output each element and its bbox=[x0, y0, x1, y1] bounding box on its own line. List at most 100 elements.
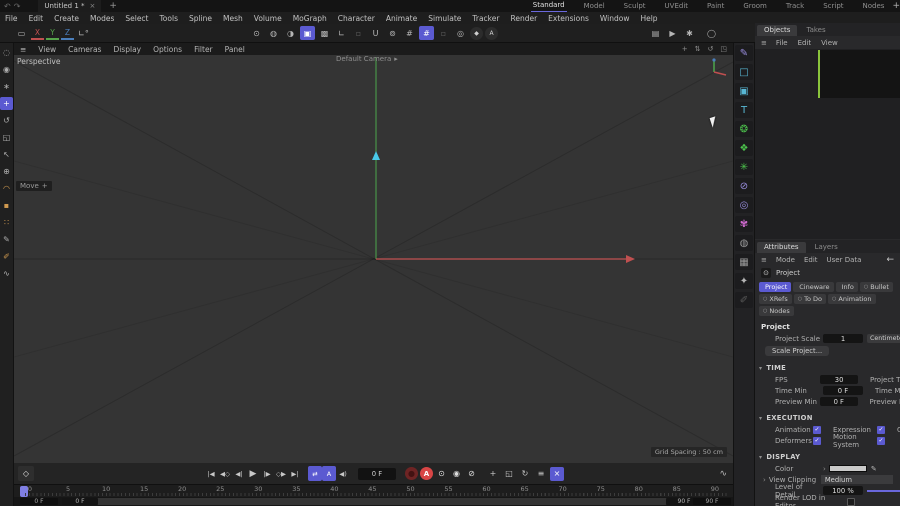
timeline-ruler[interactable]: 0 5 10 15 20 25 30 35 40 45 50 55 60 65 70 75 80 85 90 bbox=[14, 484, 733, 497]
document-tab[interactable]: Untitled 1 * × bbox=[38, 0, 102, 12]
time-field[interactable]: 0 F bbox=[820, 397, 858, 406]
magnet-snap-icon[interactable]: U bbox=[368, 26, 383, 40]
light-object-icon[interactable]: ✦ bbox=[735, 273, 753, 289]
viewport-camera-label[interactable]: Default Camera ▸ bbox=[336, 55, 398, 63]
selected-object-row[interactable]: ⊙ Project bbox=[755, 266, 900, 280]
axis-lock-x[interactable]: X bbox=[31, 27, 44, 40]
workspace-tab-uvedit[interactable]: UVEdit bbox=[663, 1, 690, 12]
sim-scene-icon[interactable]: ◆ bbox=[470, 26, 483, 40]
chip-animation[interactable]: ○ Animation bbox=[828, 294, 876, 304]
viewport-menu-item[interactable]: Panel bbox=[225, 45, 245, 54]
record-pla-toggle[interactable]: × bbox=[550, 466, 564, 481]
hamburger-icon[interactable]: ≡ bbox=[761, 256, 767, 264]
menu-item[interactable]: Select bbox=[125, 14, 148, 23]
camera-object-icon[interactable]: ▦ bbox=[735, 254, 753, 270]
workspace-tab-paint[interactable]: Paint bbox=[705, 1, 726, 12]
point-mode-icon[interactable]: ▩ bbox=[317, 26, 332, 40]
execution-section-header[interactable]: ▾ EXECUTION bbox=[755, 412, 900, 424]
expander-icon[interactable]: › bbox=[823, 465, 826, 473]
range-in-handle[interactable]: 0 F bbox=[62, 498, 98, 505]
workspace-tab-sculpt[interactable]: Sculpt bbox=[622, 1, 648, 12]
spline-points-tool[interactable]: ∷ bbox=[0, 216, 13, 229]
menu-item[interactable]: Tracker bbox=[472, 14, 499, 23]
brush-tool-icon[interactable]: ✎ bbox=[0, 233, 13, 246]
display-section-header[interactable]: ▾ DISPLAY bbox=[755, 451, 900, 463]
model-mode-icon[interactable]: ⊙ bbox=[249, 26, 264, 40]
workplane-mode-icon[interactable]: ▫ bbox=[351, 26, 366, 40]
keyframe-mode-button[interactable]: A bbox=[322, 466, 336, 481]
mograph-icon[interactable]: ✾ bbox=[735, 216, 753, 232]
tab-objects[interactable]: Objects bbox=[757, 25, 798, 36]
chip-todo[interactable]: ○ To Do bbox=[793, 294, 827, 304]
attributes-menu-item[interactable]: User Data bbox=[827, 256, 862, 264]
viewport[interactable]: ≡ View Cameras Display Options Filter Panel +… bbox=[14, 43, 733, 463]
animation-checkbox[interactable]: ✓ bbox=[813, 425, 821, 434]
workspace-tab-track[interactable]: Track bbox=[784, 1, 806, 12]
snap-target-icon[interactable]: ◎ bbox=[453, 26, 468, 40]
toggle-view-icon[interactable]: ◳ bbox=[720, 45, 727, 53]
chip-cineware[interactable]: Cineware bbox=[793, 282, 834, 292]
chip-bullet[interactable]: ○ Bullet bbox=[859, 282, 893, 292]
coordinate-system-icon[interactable]: ∟° bbox=[76, 26, 91, 40]
axis-lock-y[interactable]: Y bbox=[46, 27, 59, 40]
menu-item[interactable]: Create bbox=[54, 14, 79, 23]
quantize-icon[interactable]: # bbox=[419, 26, 434, 40]
menu-item[interactable]: File bbox=[5, 14, 18, 23]
deformer-icon[interactable]: ✳ bbox=[735, 159, 753, 175]
spline-primitive-icon[interactable]: □ bbox=[735, 64, 753, 80]
time-field[interactable]: 0 F bbox=[823, 386, 863, 395]
level-of-detail-slider[interactable] bbox=[867, 489, 900, 492]
sketch-tool-icon[interactable]: ∿ bbox=[0, 267, 13, 280]
viewport-menu-item[interactable]: Options bbox=[153, 45, 182, 54]
chip-nodes[interactable]: ○ Nodes bbox=[759, 306, 794, 316]
pen-tool-icon[interactable]: ✐ bbox=[0, 250, 13, 263]
menu-item[interactable]: Extensions bbox=[548, 14, 589, 23]
object-mode-icon[interactable]: ▣ bbox=[300, 26, 315, 40]
spline-arc-tool[interactable]: ◠ bbox=[0, 182, 13, 195]
record-position-toggle[interactable]: + bbox=[486, 467, 500, 481]
axis-mode-icon[interactable]: ∟ bbox=[334, 26, 349, 40]
menu-item[interactable]: Character bbox=[338, 14, 375, 23]
goto-end-button[interactable]: ▶| bbox=[288, 466, 302, 481]
time-section-header[interactable]: ▾ TIME bbox=[755, 362, 900, 374]
workspace-tab-standard[interactable]: Standard bbox=[530, 0, 567, 13]
interactive-render-region-icon[interactable]: ◯ bbox=[704, 26, 719, 40]
hamburger-icon[interactable]: ≡ bbox=[761, 39, 767, 47]
object-manager-menu-item[interactable]: File bbox=[776, 39, 788, 47]
tab-takes[interactable]: Takes bbox=[799, 25, 832, 36]
object-list[interactable] bbox=[755, 49, 900, 239]
field-icon[interactable]: ◎ bbox=[735, 197, 753, 213]
generator-icon[interactable]: ❂ bbox=[735, 121, 753, 137]
render-settings-icon[interactable]: ✱ bbox=[682, 26, 697, 40]
time-field[interactable]: 30 bbox=[820, 375, 858, 384]
expression-checkbox[interactable]: ✓ bbox=[877, 425, 885, 434]
workplane-tile-icon[interactable]: ▫ bbox=[436, 26, 451, 40]
prev-frame-button[interactable]: ◀| bbox=[232, 466, 246, 481]
chip-xrefs[interactable]: ○ XRefs bbox=[759, 294, 792, 304]
sim-settings-icon[interactable]: A bbox=[485, 26, 498, 40]
snap-tool-icon[interactable]: ∗ bbox=[0, 80, 13, 93]
grid-snap-icon[interactable]: # bbox=[402, 26, 417, 40]
rotate-tool[interactable]: ↺ bbox=[0, 114, 13, 127]
menu-item[interactable]: Modes bbox=[90, 14, 114, 23]
menu-item[interactable]: Tools bbox=[160, 14, 178, 23]
range-start-field[interactable]: 0 F bbox=[20, 498, 58, 505]
volume-icon[interactable]: ⊘ bbox=[735, 178, 753, 194]
menu-item[interactable]: Mesh bbox=[223, 14, 243, 23]
menu-item[interactable]: Spline bbox=[189, 14, 212, 23]
range-end-field[interactable]: 90 F bbox=[693, 498, 731, 505]
menu-item[interactable]: Window bbox=[600, 14, 630, 23]
workplane-icon[interactable]: ▭ bbox=[14, 26, 29, 40]
scale-tool[interactable]: ◱ bbox=[0, 131, 13, 144]
record-scale-toggle[interactable]: ◱ bbox=[502, 467, 516, 481]
menu-item[interactable]: MoGraph bbox=[293, 14, 327, 23]
expander-icon[interactable]: › bbox=[763, 476, 766, 484]
next-key-button[interactable]: ◇▶ bbox=[274, 466, 288, 481]
live-selection-tool[interactable]: ◉ bbox=[0, 63, 13, 76]
workspace-tab-nodes[interactable]: Nodes bbox=[861, 1, 887, 12]
camera-rotate-icon[interactable]: ↺ bbox=[708, 45, 714, 53]
unit-dropdown[interactable]: Centimeters ▾ bbox=[867, 334, 900, 343]
play-button[interactable]: ▶ bbox=[246, 466, 260, 481]
scale-project-button[interactable]: Scale Project... bbox=[765, 346, 830, 356]
camera-pan-icon[interactable]: + bbox=[682, 45, 688, 53]
